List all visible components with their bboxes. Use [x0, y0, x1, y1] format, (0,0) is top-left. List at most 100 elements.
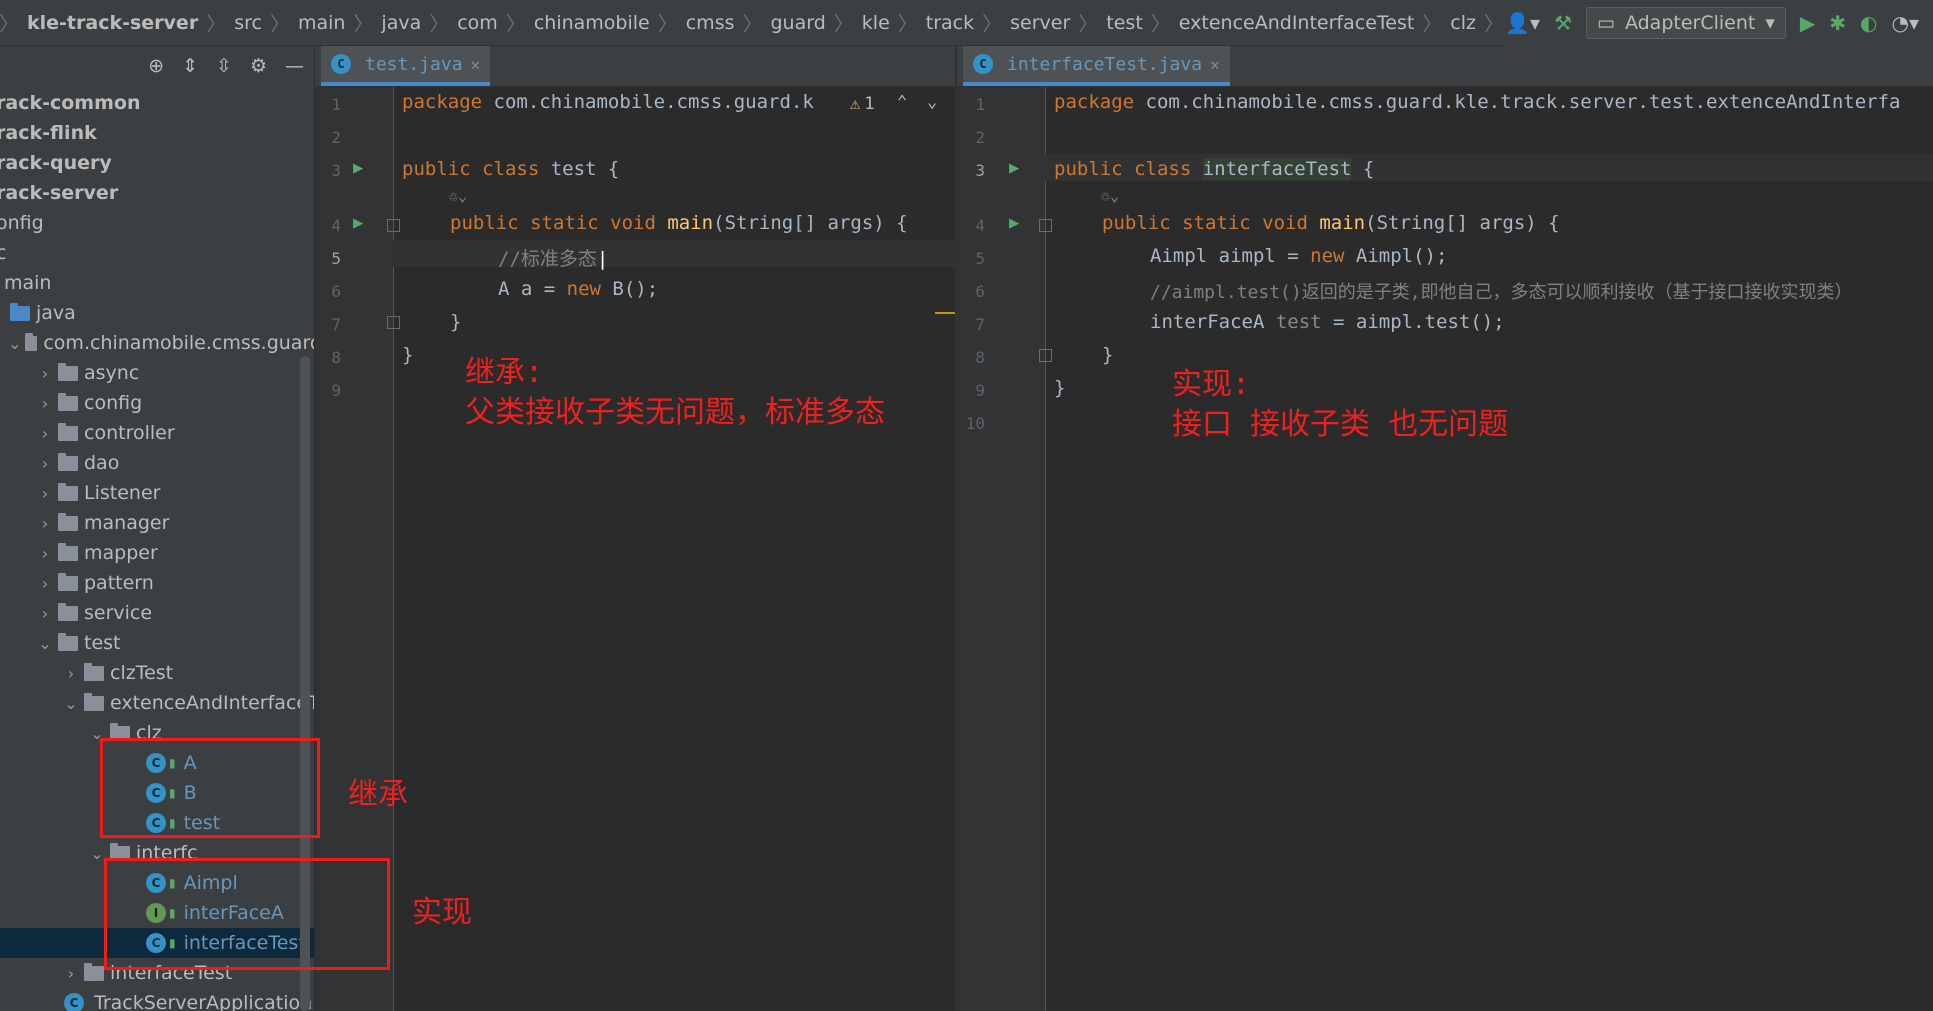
- tree-item[interactable]: onfig: [0, 208, 310, 238]
- code-vision-hint-icon[interactable]: ♲⌄: [1101, 187, 1119, 205]
- collapse-all-icon[interactable]: ⇳: [216, 55, 232, 77]
- fold-icon[interactable]: [1039, 219, 1052, 232]
- tree-item-package[interactable]: ⌄ extenceAndInterfaceTe: [62, 688, 314, 718]
- editor-tabbar: C interfaceTest.java ✕: [957, 46, 1933, 87]
- fold-icon[interactable]: [387, 219, 400, 232]
- tree-item-package[interactable]: › async: [36, 358, 314, 388]
- navbar-actions: 👤▾ ⚒ ▭ AdapterClient ▾ ▶ ✱ ◐ ◔▾: [1505, 0, 1933, 46]
- editor-tabbar: C test.java ✕: [315, 46, 955, 87]
- tree-item-package[interactable]: › clzTest: [62, 658, 314, 688]
- class-icon: C: [331, 54, 351, 74]
- breadcrumb-item[interactable]: chinamobile: [531, 12, 653, 34]
- run-gutter-icon[interactable]: ▶: [353, 158, 363, 178]
- user-icon[interactable]: 👤▾: [1505, 11, 1540, 35]
- tree-item-package-root[interactable]: ⌄ com.chinamobile.cmss.guard: [8, 328, 314, 358]
- line-number: 3: [331, 161, 341, 180]
- breadcrumb-item[interactable]: guard: [768, 12, 829, 34]
- chevron-right-icon: ›: [41, 363, 49, 383]
- breadcrumb-item[interactable]: kle-track-server: [24, 12, 201, 34]
- chevron-up-icon[interactable]: ⌃: [897, 92, 907, 112]
- tree-item[interactable]: c: [0, 238, 310, 268]
- run-gutter-icon[interactable]: ▶: [1009, 158, 1019, 178]
- tree-item[interactable]: rack-query: [0, 148, 310, 178]
- tab-interfacetest-java[interactable]: C interfaceTest.java ✕: [963, 46, 1230, 86]
- breadcrumb-item[interactable]: extenceAndInterfaceTest: [1176, 12, 1418, 34]
- tree-item-package[interactable]: › service: [36, 598, 314, 628]
- package-icon: [25, 332, 38, 351]
- tree-item-package[interactable]: › pattern: [36, 568, 314, 598]
- breadcrumb-item[interactable]: track: [923, 12, 977, 34]
- breadcrumb-item[interactable]: src: [231, 12, 265, 34]
- annotation-inherit-title: 继承:: [465, 355, 544, 390]
- warning-stripe[interactable]: [935, 312, 955, 314]
- fold-icon[interactable]: [387, 316, 400, 329]
- code-line-1: package com.chinamobile.cmss.guard.kle.t…: [1054, 91, 1901, 113]
- tree-item-package[interactable]: › manager: [36, 508, 314, 538]
- chevron-right-icon: ›: [67, 963, 75, 983]
- breadcrumb-item[interactable]: cmss: [683, 12, 738, 34]
- run-config-label: AdapterClient: [1624, 12, 1756, 34]
- locate-icon[interactable]: ⊕: [148, 55, 164, 77]
- debug-icon[interactable]: ✱: [1829, 11, 1846, 35]
- code-line-6: A a = new B();: [498, 278, 659, 300]
- profile-icon[interactable]: ◔▾: [1892, 11, 1920, 35]
- warning-icon[interactable]: ⚠ 1: [850, 94, 875, 114]
- run-gutter-icon[interactable]: ▶: [353, 213, 363, 233]
- package-icon: [58, 572, 78, 591]
- breadcrumb-item[interactable]: test: [1103, 12, 1146, 34]
- tree-item-package[interactable]: › controller: [36, 418, 314, 448]
- tree-item-package[interactable]: › config: [36, 388, 314, 418]
- breadcrumb-item[interactable]: java: [378, 12, 424, 34]
- annotation-impl-body: 接口 接收子类 也无问题: [1172, 407, 1509, 442]
- breadcrumb-item[interactable]: clz: [1447, 12, 1479, 34]
- package-icon: [58, 602, 78, 621]
- tree-item-package[interactable]: › dao: [36, 448, 314, 478]
- tree-item-package[interactable]: › mapper: [36, 538, 314, 568]
- code-line-1: package com.chinamobile.cmss.guard.k: [402, 91, 814, 113]
- line-number: 7: [975, 315, 985, 334]
- code-line-9: }: [1054, 377, 1066, 399]
- code-line-5: Aimpl aimpl = new Aimpl();: [1150, 245, 1448, 267]
- breadcrumb-item[interactable]: server: [1007, 12, 1073, 34]
- coverage-icon[interactable]: ◐: [1860, 11, 1877, 35]
- line-number: 10: [965, 414, 985, 433]
- close-icon[interactable]: ✕: [471, 55, 481, 74]
- run-gutter-icon[interactable]: ▶: [1009, 213, 1019, 233]
- fold-icon[interactable]: [1039, 349, 1052, 362]
- hammer-icon[interactable]: ⚒: [1554, 11, 1572, 35]
- tree-item[interactable]: rack-common: [0, 88, 310, 118]
- line-number: 6: [331, 282, 341, 301]
- code-line-8: }: [402, 344, 414, 366]
- tree-item[interactable]: rack-server: [0, 178, 310, 208]
- package-icon: [84, 662, 104, 681]
- run-icon[interactable]: ▶: [1800, 11, 1815, 35]
- close-icon[interactable]: ✕: [1210, 55, 1220, 74]
- expand-all-icon[interactable]: ⇕: [182, 55, 198, 77]
- line-number: 5: [331, 249, 341, 268]
- tree-item-package[interactable]: › Listener: [36, 478, 314, 508]
- code-line-5[interactable]: //标准多态|: [498, 244, 608, 271]
- breadcrumb-item[interactable]: main: [295, 12, 348, 34]
- chevron-down-icon[interactable]: ⌄: [927, 92, 937, 112]
- run-config-select[interactable]: ▭ AdapterClient ▾: [1586, 7, 1786, 39]
- tree-item-main[interactable]: main: [0, 268, 306, 298]
- line-number: 3: [975, 161, 985, 180]
- breadcrumb-item[interactable]: kle: [859, 12, 893, 34]
- line-number: 6: [975, 282, 985, 301]
- gear-icon[interactable]: ⚙: [250, 55, 267, 77]
- tab-label: interfaceTest.java: [1007, 53, 1203, 75]
- code-line-7: }: [450, 311, 462, 333]
- chevron-right-icon: ›: [41, 513, 49, 533]
- minimize-icon[interactable]: —: [285, 55, 304, 77]
- tab-label: test.java: [365, 53, 463, 75]
- package-icon: [58, 392, 78, 411]
- line-number: 8: [975, 348, 985, 367]
- breadcrumb-item[interactable]: com: [454, 12, 501, 34]
- tab-test-java[interactable]: C test.java ✕: [321, 46, 491, 86]
- tree-item[interactable]: rack-flink: [0, 118, 310, 148]
- tree-item-package-test[interactable]: ⌄ test: [36, 628, 314, 658]
- tree-item-application[interactable]: C TrackServerApplication: [64, 988, 314, 1011]
- tree-item-java[interactable]: java: [10, 298, 314, 328]
- code-vision-hint-icon[interactable]: ♲⌄: [449, 187, 467, 205]
- chevron-down-icon: ⌄: [8, 333, 22, 353]
